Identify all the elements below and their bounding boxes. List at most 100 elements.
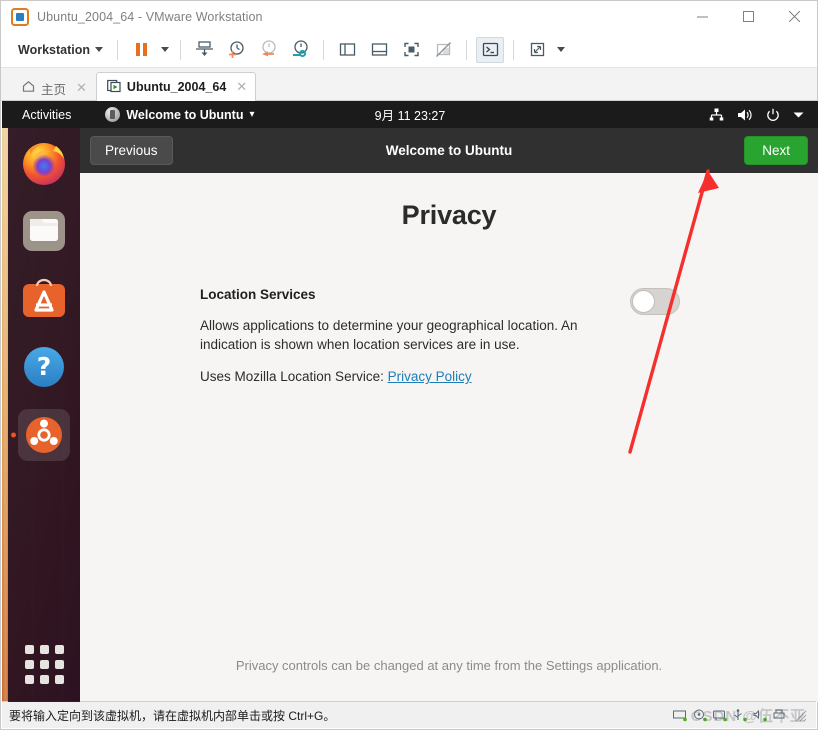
apps-grid-dot — [24, 659, 34, 669]
dock-item-files[interactable] — [18, 205, 70, 257]
privacy-footer-note: Privacy controls can be changed at any t… — [235, 658, 663, 673]
status-device-icons — [673, 708, 816, 722]
main-toolbar: Workstation — [1, 32, 817, 68]
vmware-window: Ubuntu_2004_64 - VMware Workstation Work… — [0, 0, 818, 730]
page-title: Privacy — [401, 200, 497, 230]
vm-play-icon — [107, 79, 121, 96]
location-services-source-prefix: Uses Mozilla Location Service: — [200, 369, 388, 385]
apps-grid-dot — [39, 674, 49, 684]
show-library-button[interactable] — [333, 37, 361, 63]
title-bar: Ubuntu_2004_64 - VMware Workstation — [1, 1, 817, 32]
location-services-source: Uses Mozilla Location Service: Privacy P… — [200, 369, 630, 384]
chevron-down-icon — [95, 47, 103, 52]
workstation-menu-label: Workstation — [18, 42, 90, 57]
network-icon — [709, 108, 724, 122]
dock-item-ubuntu-software[interactable] — [18, 273, 70, 325]
show-thumbnail-bar-button[interactable] — [365, 37, 393, 63]
tab-strip: 主页 ✕ Ubuntu_2004_64 ✕ — [1, 68, 817, 101]
wallpaper-fold-line — [4, 101, 7, 702]
privacy-policy-link[interactable]: Privacy Policy — [388, 369, 472, 384]
volume-icon — [737, 108, 753, 122]
pause-button[interactable] — [127, 37, 155, 63]
stretch-guest-button[interactable] — [523, 37, 551, 63]
maximize-button[interactable] — [725, 1, 771, 32]
fullscreen-button[interactable] — [397, 37, 425, 63]
dock-item-help[interactable]: ? — [18, 341, 70, 393]
apps-grid-dot — [54, 674, 64, 684]
help-icon: ? — [24, 347, 64, 387]
ubuntu-software-icon — [23, 278, 65, 317]
welcome-to-ubuntu-window: Previous Welcome to Ubuntu Next Privacy … — [80, 128, 818, 702]
location-services-text: Location Services Allows applications to… — [200, 287, 630, 384]
window-resize-grip[interactable] — [793, 708, 807, 722]
location-services-label: Location Services — [200, 287, 316, 302]
welcome-app-icon — [105, 107, 121, 122]
caret-down-icon — [161, 47, 169, 52]
device-cd-dvd[interactable] — [693, 709, 708, 722]
take-snapshot-button[interactable] — [222, 37, 250, 63]
tab-vm-label: Ubuntu_2004_64 — [126, 80, 227, 94]
console-view-button[interactable] — [476, 36, 504, 63]
dock-item-firefox[interactable] — [18, 137, 70, 189]
panel-status-area[interactable] — [709, 108, 818, 122]
device-usb[interactable] — [733, 708, 748, 722]
welcome-body: Privacy Location Services Allows applica… — [80, 173, 818, 702]
ubuntu-dock: ? — [8, 128, 80, 702]
show-applications-button[interactable] — [20, 640, 68, 688]
panel-app-menu[interactable]: Welcome to Ubuntu ▾ — [99, 101, 260, 128]
toolbar-separator — [180, 39, 181, 60]
location-services-toggle[interactable] — [630, 288, 680, 315]
guest-screen[interactable]: Activities Welcome to Ubuntu ▾ 9月 11 23:… — [2, 101, 818, 702]
power-icon — [766, 108, 780, 122]
pause-dropdown[interactable] — [157, 37, 173, 63]
snapshot-manager-button[interactable] — [286, 37, 314, 63]
apps-grid-dot — [39, 644, 49, 654]
stretch-dropdown[interactable] — [553, 37, 569, 63]
previous-button[interactable]: Previous — [90, 136, 173, 165]
screenshot-root: Ubuntu_2004_64 - VMware Workstation Work… — [0, 0, 818, 730]
device-network-adapter[interactable] — [713, 709, 728, 722]
tab-vm-close-icon[interactable]: ✕ — [236, 79, 247, 95]
toolbar-separator — [513, 39, 514, 60]
manage-snapshot-button[interactable] — [190, 37, 218, 63]
files-icon — [23, 211, 65, 251]
apps-grid-dot — [24, 674, 34, 684]
status-message: 要将输入定向到该虚拟机，请在虚拟机内部单击或按 Ctrl+G。 — [9, 708, 336, 723]
vmware-icon — [11, 7, 29, 26]
revert-snapshot-button[interactable] — [254, 37, 282, 63]
apps-grid-dot — [24, 644, 34, 654]
chevron-down-icon: ▾ — [249, 109, 255, 120]
tab-home-close-icon[interactable]: ✕ — [76, 80, 87, 96]
device-sound-card[interactable] — [753, 709, 768, 722]
device-hard-disk[interactable] — [673, 709, 688, 722]
apps-grid-dot — [54, 644, 64, 654]
status-bar: 要将输入定向到该虚拟机，请在虚拟机内部单击或按 Ctrl+G。 CSDN @伍不… — [2, 701, 816, 728]
workstation-menu-button[interactable]: Workstation — [11, 40, 110, 60]
tab-home-label: 主页 — [41, 82, 67, 97]
unity-mode-button[interactable] — [429, 37, 457, 63]
minimize-button[interactable] — [679, 1, 725, 32]
welcome-header-bar: Previous Welcome to Ubuntu Next — [80, 128, 818, 173]
home-icon — [22, 80, 35, 96]
toolbar-separator — [117, 39, 118, 60]
tab-home[interactable]: 主页 ✕ — [11, 74, 96, 101]
tab-vm[interactable]: Ubuntu_2004_64 ✕ — [95, 72, 257, 101]
window-controls — [679, 1, 817, 32]
svg-text:?: ? — [37, 352, 52, 381]
ubuntu-logo-icon — [26, 417, 62, 453]
dock-item-welcome-to-ubuntu[interactable] — [18, 409, 70, 461]
gnome-top-panel: Activities Welcome to Ubuntu ▾ 9月 11 23:… — [2, 101, 818, 128]
apps-grid-dot — [39, 659, 49, 669]
close-button[interactable] — [771, 1, 817, 32]
toolbar-separator — [323, 39, 324, 60]
device-printer[interactable] — [773, 709, 788, 722]
chevron-down-icon — [793, 111, 804, 119]
activities-button[interactable]: Activities — [12, 101, 81, 128]
toolbar-separator — [466, 39, 467, 60]
location-services-description: Allows applications to determine your ge… — [200, 318, 578, 353]
apps-grid-dot — [54, 659, 64, 669]
firefox-icon — [23, 143, 65, 185]
caret-down-icon — [557, 47, 565, 52]
welcome-header-title: Welcome to Ubuntu — [385, 143, 513, 158]
next-button[interactable]: Next — [744, 136, 808, 165]
